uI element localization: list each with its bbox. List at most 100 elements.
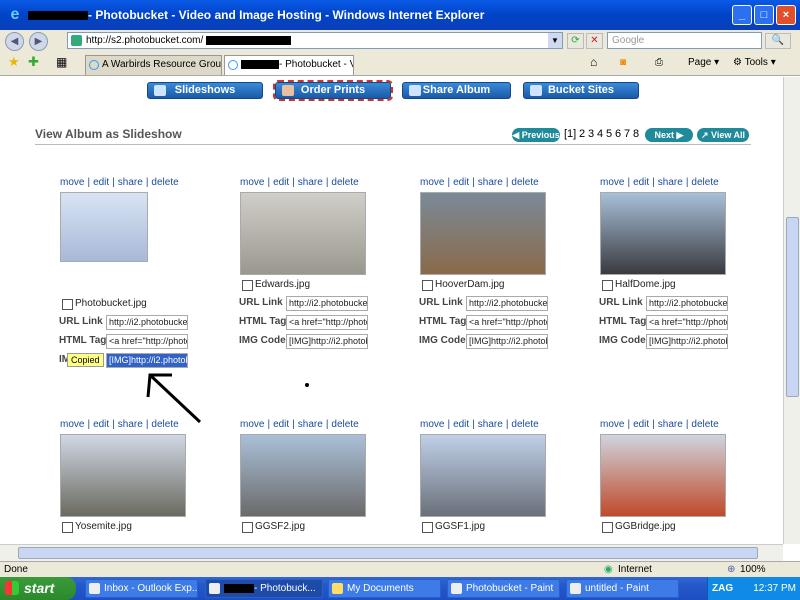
home-icon[interactable]: ⌂: [590, 55, 597, 69]
zoom-level[interactable]: 100%: [740, 562, 766, 577]
forward-button[interactable]: ▶: [29, 31, 48, 51]
photo-checkbox[interactable]: [242, 522, 253, 533]
search-input[interactable]: Google: [607, 32, 762, 49]
view-all-button[interactable]: ↗ View All: [697, 128, 749, 142]
edit-link[interactable]: edit: [633, 419, 649, 430]
edit-link[interactable]: edit: [453, 419, 469, 430]
photo-checkbox[interactable]: [242, 280, 253, 291]
photo-checkbox[interactable]: [602, 522, 613, 533]
photo-thumbnail[interactable]: [60, 192, 148, 262]
html-tag-field[interactable]: <a href="http://photo: [646, 315, 728, 330]
page-link-3[interactable]: 3: [588, 128, 594, 140]
photo-thumbnail[interactable]: [240, 434, 366, 517]
page-link-2[interactable]: 2: [579, 128, 585, 140]
share-link[interactable]: share: [658, 419, 683, 430]
task-photobucket-ie[interactable]: - Photobuck...: [205, 579, 323, 598]
tab-warbirds[interactable]: A Warbirds Resource Group ...: [85, 55, 222, 75]
previous-button[interactable]: ◀ Previous: [512, 128, 560, 142]
page-link-5[interactable]: 5: [606, 128, 612, 140]
photo-checkbox[interactable]: [422, 280, 433, 291]
bucket-sites-button[interactable]: Bucket Sites: [523, 82, 639, 99]
print-icon[interactable]: ⎙: [655, 57, 663, 68]
horizontal-scroll-thumb[interactable]: [18, 547, 758, 559]
share-album-button[interactable]: Share Album: [402, 82, 511, 99]
edit-link[interactable]: edit: [633, 177, 649, 188]
share-link[interactable]: share: [478, 419, 503, 430]
delete-link[interactable]: delete: [691, 419, 718, 430]
edit-link[interactable]: edit: [93, 419, 109, 430]
share-link[interactable]: share: [298, 177, 323, 188]
share-link[interactable]: share: [118, 177, 143, 188]
move-link[interactable]: move: [600, 177, 624, 188]
url-link-field[interactable]: http://i2.photobucke: [286, 296, 368, 311]
photo-thumbnail[interactable]: [240, 192, 366, 275]
url-link-field[interactable]: http://i2.photobucke: [106, 315, 188, 330]
slideshows-button[interactable]: Slideshows: [147, 82, 263, 99]
vertical-scrollbar[interactable]: [783, 77, 800, 544]
delete-link[interactable]: delete: [151, 177, 178, 188]
share-link[interactable]: share: [298, 419, 323, 430]
html-tag-field[interactable]: <a href="http://photo: [466, 315, 548, 330]
photo-checkbox[interactable]: [602, 280, 613, 291]
quick-tabs-icon[interactable]: ▦: [56, 55, 67, 69]
photo-thumbnail[interactable]: [600, 434, 726, 517]
html-tag-field[interactable]: <a href="http://photo: [286, 315, 368, 330]
html-tag-field[interactable]: <a href="http://photo: [106, 334, 188, 349]
address-dropdown-icon[interactable]: ▼: [548, 33, 562, 48]
task-paint-photobucket[interactable]: Photobucket - Paint: [447, 579, 560, 598]
minimize-button[interactable]: _: [732, 5, 752, 25]
photo-thumbnail[interactable]: [60, 434, 186, 517]
img-code-field[interactable]: [IMG]http://i2.photob: [646, 334, 728, 349]
share-link[interactable]: share: [478, 177, 503, 188]
address-field[interactable]: http://s2.photobucket.com/ ▼: [67, 32, 563, 49]
photo-checkbox[interactable]: [62, 299, 73, 310]
img-code-field[interactable]: [IMG]http://i2.photob: [106, 353, 188, 368]
move-link[interactable]: move: [420, 419, 444, 430]
page-link-4[interactable]: 4: [597, 128, 603, 140]
maximize-button[interactable]: □: [754, 5, 774, 25]
next-button[interactable]: Next ▶: [645, 128, 693, 142]
page-menu[interactable]: Page ▾: [688, 57, 719, 68]
move-link[interactable]: move: [420, 177, 444, 188]
move-link[interactable]: move: [60, 177, 84, 188]
task-my-documents[interactable]: My Documents: [328, 579, 441, 598]
edit-link[interactable]: edit: [273, 177, 289, 188]
move-link[interactable]: move: [240, 419, 264, 430]
edit-link[interactable]: edit: [93, 177, 109, 188]
photo-thumbnail[interactable]: [600, 192, 726, 275]
feeds-icon[interactable]: ◙: [620, 57, 626, 68]
move-link[interactable]: move: [600, 419, 624, 430]
photo-thumbnail[interactable]: [420, 434, 546, 517]
url-link-field[interactable]: http://i2.photobucke: [646, 296, 728, 311]
delete-link[interactable]: delete: [511, 177, 538, 188]
img-code-field[interactable]: [IMG]http://i2.photob: [466, 334, 548, 349]
horizontal-scrollbar[interactable]: [0, 544, 783, 561]
task-outlook[interactable]: Inbox - Outlook Exp...: [85, 579, 198, 598]
back-button[interactable]: ◀: [5, 31, 24, 51]
page-link-6[interactable]: 6: [615, 128, 621, 140]
add-favorite-icon[interactable]: ✚: [28, 54, 39, 70]
refresh-button[interactable]: ⟳: [567, 33, 584, 49]
tray-zag[interactable]: ZAG: [712, 577, 733, 600]
delete-link[interactable]: delete: [331, 419, 358, 430]
share-link[interactable]: share: [658, 177, 683, 188]
stop-button[interactable]: ✕: [586, 33, 603, 49]
photo-thumbnail[interactable]: [420, 192, 546, 275]
start-button[interactable]: start: [0, 577, 76, 600]
move-link[interactable]: move: [240, 177, 264, 188]
photo-checkbox[interactable]: [422, 522, 433, 533]
search-button[interactable]: 🔍: [765, 33, 791, 49]
tab-photobucket[interactable]: - Photobucket - V...: [224, 55, 354, 75]
page-link-7[interactable]: 7: [624, 128, 630, 140]
delete-link[interactable]: delete: [331, 177, 358, 188]
photo-checkbox[interactable]: [62, 522, 73, 533]
delete-link[interactable]: delete: [511, 419, 538, 430]
url-link-field[interactable]: http://i2.photobucke: [466, 296, 548, 311]
delete-link[interactable]: delete: [691, 177, 718, 188]
order-prints-button[interactable]: Order Prints: [273, 80, 393, 101]
favorites-star-icon[interactable]: ★: [8, 54, 20, 70]
move-link[interactable]: move: [60, 419, 84, 430]
tools-menu[interactable]: ⚙ Tools ▾: [733, 57, 776, 68]
page-link-8[interactable]: 8: [633, 128, 639, 140]
img-code-field[interactable]: [IMG]http://i2.photob: [286, 334, 368, 349]
